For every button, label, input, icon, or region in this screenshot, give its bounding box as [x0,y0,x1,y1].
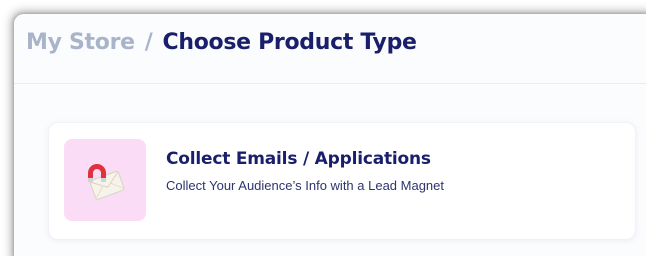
breadcrumb: My Store / Choose Product Type [26,30,417,55]
product-type-icon-tile [64,139,146,221]
product-type-title: Collect Emails / Applications [166,149,431,169]
page-title: Choose Product Type [162,30,417,55]
breadcrumb-separator: / [144,30,153,55]
product-type-description: Collect Your Audience’s Info with a Lead… [166,178,445,193]
product-type-card-collect-emails[interactable]: Collect Emails / Applications Collect Yo… [48,122,636,240]
magnet-envelope-icon [88,164,125,200]
breadcrumb-link-my-store[interactable]: My Store [26,30,135,55]
page-header: My Store / Choose Product Type [14,14,646,84]
app-window: My Store / Choose Product Type Collect E… [14,14,646,256]
